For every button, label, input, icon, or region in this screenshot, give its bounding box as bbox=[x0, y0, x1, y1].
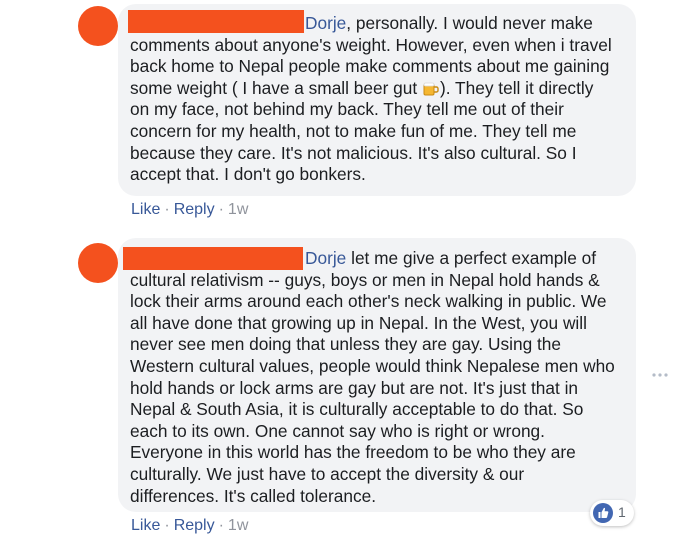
avatar[interactable] bbox=[78, 6, 118, 46]
more-options-icon[interactable] bbox=[651, 366, 669, 377]
mention-link[interactable]: Dorje bbox=[305, 13, 346, 33]
comment-text: Dorje let me give a perfect example of c… bbox=[130, 248, 615, 506]
like-reaction-icon bbox=[593, 503, 613, 523]
comment-text: Dorje, personally. I would never make co… bbox=[130, 13, 612, 185]
comment-actions: Like · Reply · 1w bbox=[131, 201, 249, 218]
mention-link[interactable]: Dorje bbox=[305, 248, 346, 268]
beer-mug-icon bbox=[423, 80, 439, 96]
comment-actions: Like · Reply · 1w bbox=[131, 517, 249, 534]
reaction-count: 1 bbox=[618, 504, 626, 520]
timestamp[interactable]: 1w bbox=[228, 201, 248, 218]
avatar[interactable] bbox=[78, 243, 118, 283]
timestamp[interactable]: 1w bbox=[228, 517, 248, 534]
reply-link[interactable]: Reply bbox=[174, 201, 215, 218]
like-link[interactable]: Like bbox=[131, 201, 160, 218]
like-link[interactable]: Like bbox=[131, 517, 160, 534]
reaction-summary[interactable]: 1 bbox=[590, 500, 634, 526]
reply-link[interactable]: Reply bbox=[174, 517, 215, 534]
